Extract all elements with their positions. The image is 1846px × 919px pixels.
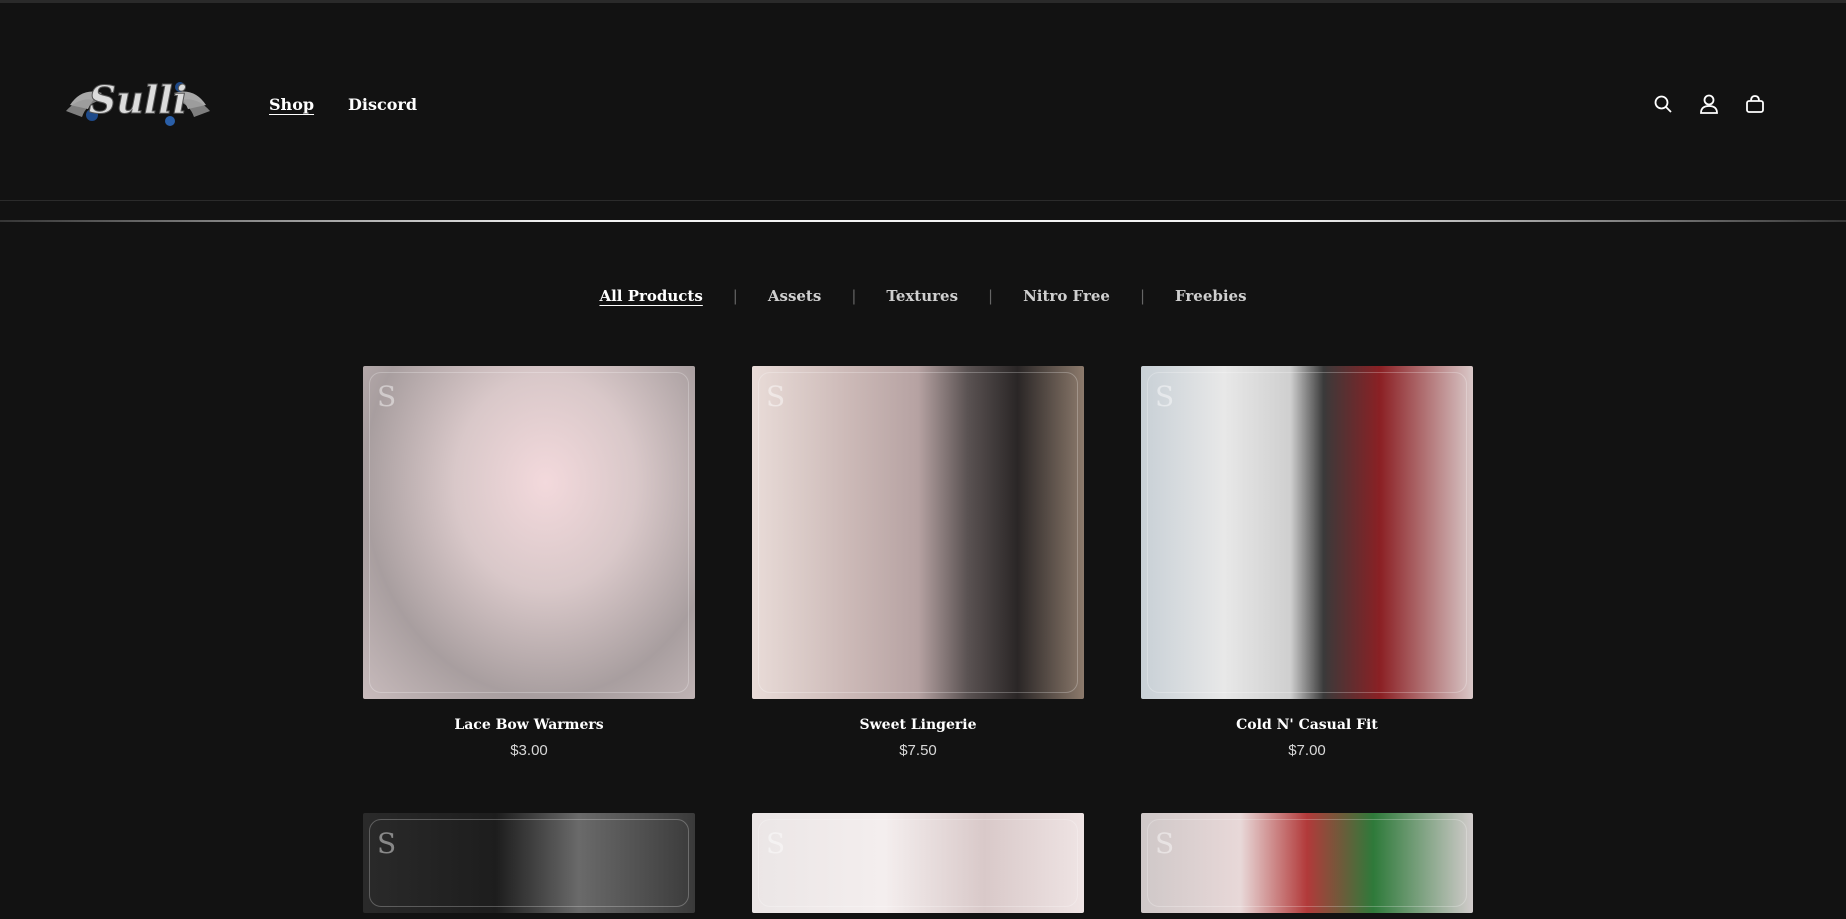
nav-shop[interactable]: Shop: [269, 95, 314, 114]
image-frame: [369, 372, 689, 693]
product-card[interactable]: S: [1141, 813, 1473, 913]
product-card[interactable]: S Sweet Lingerie $7.50: [752, 366, 1084, 759]
filter-separator: |: [851, 287, 857, 305]
filter-separator: |: [732, 287, 738, 305]
product-image[interactable]: S: [363, 813, 695, 913]
filter-assets[interactable]: Assets: [768, 287, 821, 305]
product-image[interactable]: S: [1141, 366, 1473, 699]
site-header: Sulli Shop Discord: [0, 3, 1846, 201]
watermark: S: [377, 827, 397, 860]
nav-discord[interactable]: Discord: [348, 95, 417, 114]
watermark: S: [377, 380, 397, 413]
search-icon[interactable]: [1650, 91, 1676, 117]
section-divider: [0, 220, 1846, 222]
filter-separator: |: [1139, 287, 1145, 305]
watermark: S: [766, 827, 786, 860]
product-image[interactable]: S: [752, 366, 1084, 699]
watermark: S: [766, 380, 786, 413]
product-card[interactable]: S: [363, 813, 695, 913]
filter-all-products[interactable]: All Products: [599, 287, 702, 305]
product-grid: S Lace Bow Warmers $3.00 S Sweet Lingeri…: [363, 366, 1473, 913]
product-name[interactable]: Sweet Lingerie: [752, 717, 1084, 733]
filter-separator: |: [988, 287, 994, 305]
product-image[interactable]: S: [363, 366, 695, 699]
product-image[interactable]: S: [1141, 813, 1473, 913]
product-card[interactable]: S Lace Bow Warmers $3.00: [363, 366, 695, 759]
filter-freebies[interactable]: Freebies: [1175, 287, 1247, 305]
product-name[interactable]: Lace Bow Warmers: [363, 717, 695, 733]
image-frame: [758, 372, 1078, 693]
watermark: S: [1155, 380, 1175, 413]
cart-icon[interactable]: [1742, 91, 1768, 117]
product-price: $7.00: [1288, 742, 1326, 759]
image-frame: [1147, 372, 1467, 693]
product-price: $3.00: [510, 742, 548, 759]
watermark: S: [1155, 827, 1175, 860]
header-actions: [1650, 91, 1768, 117]
product-card[interactable]: S: [752, 813, 1084, 913]
product-image[interactable]: S: [752, 813, 1084, 913]
account-icon[interactable]: [1696, 91, 1722, 117]
filter-nitro-free[interactable]: Nitro Free: [1023, 287, 1110, 305]
product-price: $7.50: [899, 742, 937, 759]
main-nav: Shop Discord: [269, 95, 417, 114]
filter-textures[interactable]: Textures: [886, 287, 958, 305]
store-logo[interactable]: Sulli: [62, 65, 214, 133]
image-frame: [1147, 819, 1467, 907]
logo-wordmark: Sulli: [89, 77, 187, 122]
product-card[interactable]: S Cold N' Casual Fit $7.00: [1141, 366, 1473, 759]
product-name[interactable]: Cold N' Casual Fit: [1141, 717, 1473, 733]
image-frame: [758, 819, 1078, 907]
collection-filters: All Products | Assets | Textures | Nitro…: [0, 287, 1846, 305]
image-frame: [369, 819, 689, 907]
